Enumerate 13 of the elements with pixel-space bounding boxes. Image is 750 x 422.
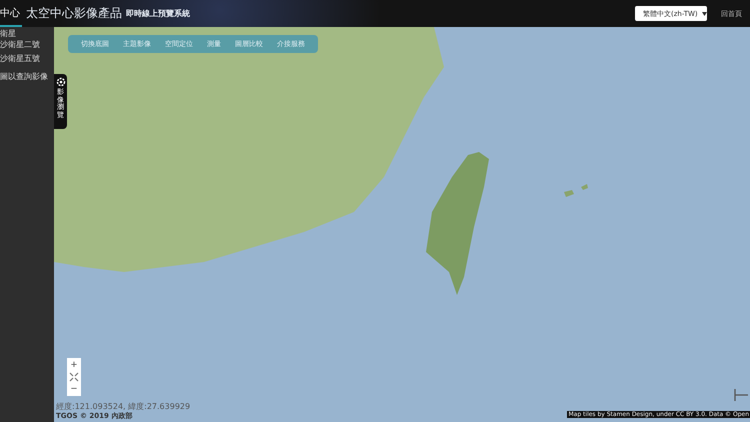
coordinates-text: 經度:121.093524, 緯度:27.639929: [56, 402, 190, 412]
sidebar-item[interactable]: 沙衛星二號: [0, 39, 54, 50]
caret-icon: [702, 12, 707, 16]
sidebar-item[interactable]: 衛星: [0, 28, 54, 39]
site-subtitle: 即時線上預覽系統: [126, 8, 190, 19]
settings-icon: [56, 77, 66, 87]
zoom-in-button[interactable]: +: [67, 359, 81, 371]
sidebar-item[interactable]: 圖以查詢影像: [0, 71, 54, 82]
scale-bar-icon: [734, 388, 748, 402]
fullscreen-icon[interactable]: [69, 372, 79, 382]
site-title: 太空中心影像產品: [26, 5, 122, 22]
zoom-out-button[interactable]: −: [67, 383, 81, 395]
sidebar-item[interactable]: 沙衛星五號: [0, 53, 54, 64]
